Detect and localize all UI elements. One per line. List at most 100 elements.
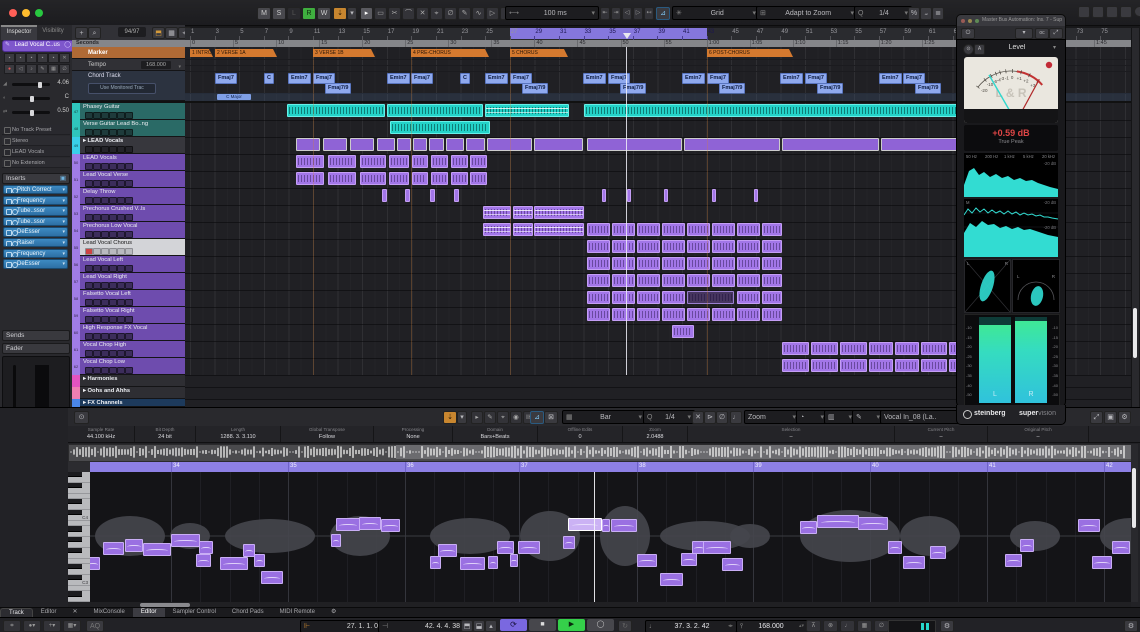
audio-event[interactable] [387, 104, 483, 117]
chord-event-13[interactable]: Emin7 [780, 73, 803, 84]
pitch-segment-21[interactable] [518, 541, 540, 554]
plugin-compare-icon[interactable]: oc [1035, 28, 1049, 39]
nudge-button-2[interactable]: ◁ [622, 7, 632, 20]
grid-type-dropdown[interactable]: ⊞ Adapt to Zoom▾ [756, 6, 858, 20]
track-mini-btn-2[interactable] [101, 333, 109, 340]
pitch-segment-9[interactable] [254, 554, 265, 567]
transport-settings-icon[interactable]: ⚙ [940, 620, 954, 632]
audio-event[interactable] [377, 138, 395, 151]
autoscroll-time-dropdown[interactable]: ⟷ 100 ms▾ [505, 6, 599, 20]
track-mini-btn-4[interactable] [117, 316, 125, 323]
audio-event[interactable] [323, 138, 347, 151]
track-mini-btn-5[interactable] [125, 146, 133, 153]
audio-event[interactable] [737, 308, 760, 321]
tracklist-row-14[interactable]: 60High Response FX Vocal [72, 324, 185, 341]
track-mini-btn-3[interactable] [109, 282, 117, 289]
track-btn-b2[interactable]: ♪ [26, 64, 37, 74]
pitch-segment-37[interactable] [930, 546, 946, 559]
volume-slider-handle[interactable] [38, 82, 42, 88]
editor-note-icon[interactable]: ♩ [730, 411, 742, 424]
tempo-value[interactable]: 168.000 [141, 61, 171, 69]
routing-row-1[interactable]: Stereo [2, 136, 70, 146]
editor-vscrollbar[interactable] [1131, 444, 1138, 602]
position-display[interactable]: ♩ 37. 3. 2. 42 ◂▸ [645, 620, 737, 632]
marker-track-header[interactable]: Marker [72, 47, 185, 59]
track-mini-btn-0[interactable] [85, 265, 93, 272]
track-mini-btn-3[interactable] [109, 265, 117, 272]
audio-event[interactable] [762, 291, 782, 304]
pitch-segment-42[interactable] [1112, 541, 1130, 554]
editor-mode-dropdown[interactable]: Zoom▾ [744, 410, 800, 424]
info-cell-7[interactable]: Zoom2.0488 [623, 426, 688, 442]
record-button[interactable]: ◯ [587, 619, 614, 631]
audio-event[interactable] [921, 342, 947, 355]
module-dropdown-icon[interactable]: ▾ [1053, 44, 1056, 51]
pan-slider[interactable]: ◐C [2, 92, 70, 104]
track-mini-btn-0[interactable] [85, 333, 93, 340]
audio-event[interactable] [637, 274, 660, 287]
nudge-button-1[interactable]: ⇥ [611, 7, 621, 20]
audio-event[interactable] [587, 257, 610, 270]
inserts-section-header[interactable]: Inserts▣ [2, 173, 70, 184]
track-mini-btn-2[interactable] [101, 316, 109, 323]
track-mini-btn-5[interactable] [125, 214, 133, 221]
audio-event[interactable] [762, 308, 782, 321]
track-mini-btn-5[interactable] [125, 112, 133, 119]
insert-slot-4-bypass-icon[interactable] [12, 230, 18, 236]
track-mini-btn-1[interactable] [93, 299, 101, 306]
audio-event[interactable] [612, 240, 635, 253]
track-mini-btn-0[interactable] [85, 367, 93, 374]
track-mini-btn-3[interactable] [109, 163, 117, 170]
tracklist-row-7[interactable]: 53Prechorus Crushed V..ls [72, 205, 185, 222]
audio-event[interactable] [672, 325, 694, 338]
editor-misc-icon-1[interactable]: ✕ [692, 411, 704, 424]
insert-slot-7-menu-icon[interactable]: ▾ [62, 260, 65, 268]
cycle-button[interactable]: ⟳ [500, 619, 527, 631]
audio-event[interactable] [296, 138, 320, 151]
audio-event[interactable] [429, 138, 444, 151]
insert-slot-5-bypass-icon[interactable] [12, 241, 18, 247]
track-btn-a2[interactable]: ▪ [26, 53, 37, 63]
iterative-quantize-icon[interactable]: % [908, 7, 920, 20]
audio-event[interactable] [811, 359, 838, 372]
track-mini-btn-2[interactable] [101, 163, 109, 170]
pitch-segment-17[interactable] [460, 557, 485, 570]
pitch-segment-6[interactable] [199, 541, 213, 554]
pitch-segment-33[interactable] [817, 515, 859, 528]
track-mini-btn-2[interactable] [101, 214, 109, 221]
tempo-display[interactable]: ⫯ 168.000 ▴▾ [736, 620, 808, 632]
left-locator-display[interactable]: ⊩ 27. 1. 1. 0 [300, 620, 382, 632]
track-mini-btn-5[interactable] [125, 350, 133, 357]
audio-event[interactable] [637, 240, 660, 253]
track-mini-btn-3[interactable] [109, 333, 117, 340]
autoscroll-button[interactable]: ⇣ [333, 7, 347, 20]
track-mini-btn-0[interactable] [85, 350, 93, 357]
pitch-segment-25[interactable] [611, 519, 637, 532]
track-mini-btn-0[interactable] [85, 129, 93, 136]
track-mini-btn-1[interactable] [93, 231, 101, 238]
insert-slot-7[interactable]: DeEsser▾ [3, 259, 68, 268]
lock-icon[interactable]: ⬒ [152, 27, 165, 39]
track-mini-btn-0[interactable] [85, 112, 93, 119]
audio-event[interactable] [412, 172, 428, 185]
pitch-segment-1[interactable] [103, 542, 124, 555]
chord-event-1[interactable]: C [264, 73, 274, 84]
nudge-button-4[interactable]: ↤ [644, 7, 654, 20]
track-mini-btn-4[interactable] [117, 299, 125, 306]
track-mini-btn-0[interactable] [85, 180, 93, 187]
routing-row-2[interactable]: LEAD Vocals [2, 147, 70, 157]
track-btn-a4[interactable]: ▪ [48, 53, 59, 63]
pitch-segment-41[interactable] [1092, 556, 1112, 569]
audio-event[interactable] [483, 223, 511, 236]
track-mini-btn-3[interactable] [109, 231, 117, 238]
nudge-button-0[interactable]: ⇤ [600, 7, 610, 20]
tool-button-1[interactable]: ▭ [374, 7, 387, 20]
chord-event-6[interactable]: C [460, 73, 470, 84]
marker-event-1[interactable]: 1 INTRO [190, 49, 213, 57]
audio-event[interactable] [662, 223, 685, 236]
track-mini-btn-1[interactable] [93, 316, 101, 323]
audio-event[interactable] [737, 274, 760, 287]
plugin-zoom-icon[interactable] [975, 19, 979, 23]
transport-right-icon-0[interactable]: ⊼ [806, 620, 821, 632]
audio-event[interactable] [587, 291, 610, 304]
